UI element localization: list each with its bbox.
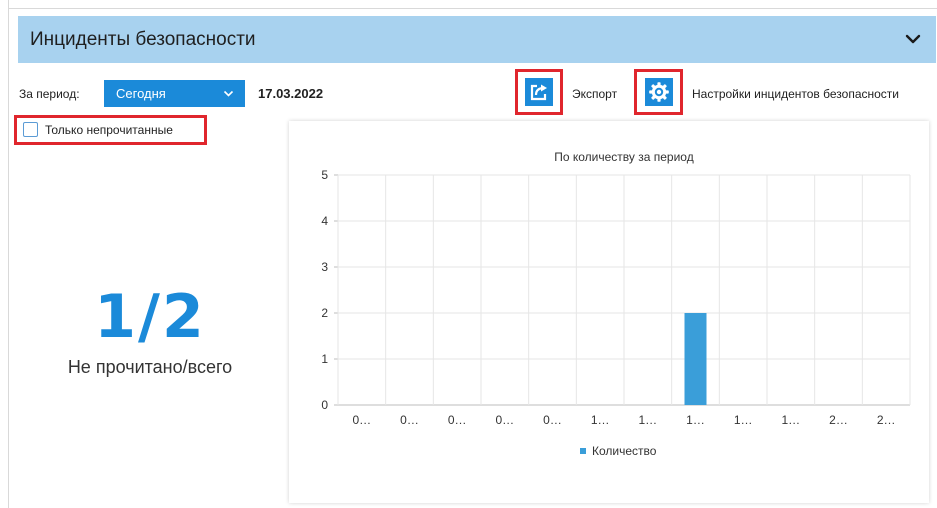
x-tick-label: 1…	[686, 413, 705, 427]
y-tick-label: 0	[321, 398, 328, 412]
x-tick-label: 1…	[781, 413, 800, 427]
bar	[684, 313, 707, 405]
settings-label[interactable]: Настройки инцидентов безопасности	[692, 87, 899, 101]
gear-icon	[644, 78, 673, 106]
section-title: Инциденты безопасности	[30, 28, 256, 50]
x-tick-label: 2…	[877, 413, 896, 427]
panel-border-top	[8, 8, 937, 9]
y-tick-label: 3	[321, 260, 328, 274]
x-tick-label: 1…	[734, 413, 753, 427]
panel-border-left	[8, 0, 9, 508]
x-tick-label: 2…	[829, 413, 848, 427]
export-label[interactable]: Экспорт	[572, 87, 617, 101]
unread-total-caption: Не прочитано/всего	[67, 357, 233, 377]
y-tick-label: 5	[321, 168, 328, 182]
chevron-down-icon	[223, 90, 234, 97]
section-header[interactable]: Инциденты безопасности	[18, 16, 936, 63]
y-tick-label: 4	[321, 214, 328, 228]
x-tick-label: 0…	[495, 413, 514, 427]
x-tick-label: 0…	[543, 413, 562, 427]
period-label: За период:	[19, 87, 80, 101]
x-tick-label: 1…	[591, 413, 610, 427]
legend-label: Количество	[592, 444, 657, 458]
unread-only-label: Только непрочитанные	[45, 123, 173, 137]
x-tick-label: 0…	[352, 413, 371, 427]
x-tick-label: 1…	[638, 413, 657, 427]
checkbox-box[interactable]	[23, 122, 38, 137]
unread-only-checkbox[interactable]: Только непрочитанные	[14, 115, 207, 145]
export-icon	[525, 78, 553, 106]
period-selected-value: Сегодня	[116, 86, 166, 101]
unread-total-counter: 1/2	[94, 282, 206, 352]
settings-button[interactable]	[634, 69, 683, 115]
incidents-chart: По количеству за период 0 1 2 3 4 5 0… 0… 0… 0… 0… 1…	[289, 121, 929, 503]
y-tick-label: 1	[321, 352, 328, 366]
y-tick-label: 2	[321, 306, 328, 320]
legend-swatch	[580, 448, 586, 454]
x-tick-label: 0…	[448, 413, 467, 427]
x-tick-label: 0…	[400, 413, 419, 427]
chart-canvas: По количеству за период 0 1 2 3 4 5 0… 0… 0… 0… 0… 1…	[321, 150, 911, 458]
period-select[interactable]: Сегодня	[104, 80, 245, 107]
chart-title: По количеству за период	[554, 150, 693, 164]
period-date: 17.03.2022	[258, 86, 324, 101]
export-button[interactable]	[515, 69, 563, 115]
chevron-down-icon[interactable]	[904, 30, 922, 48]
